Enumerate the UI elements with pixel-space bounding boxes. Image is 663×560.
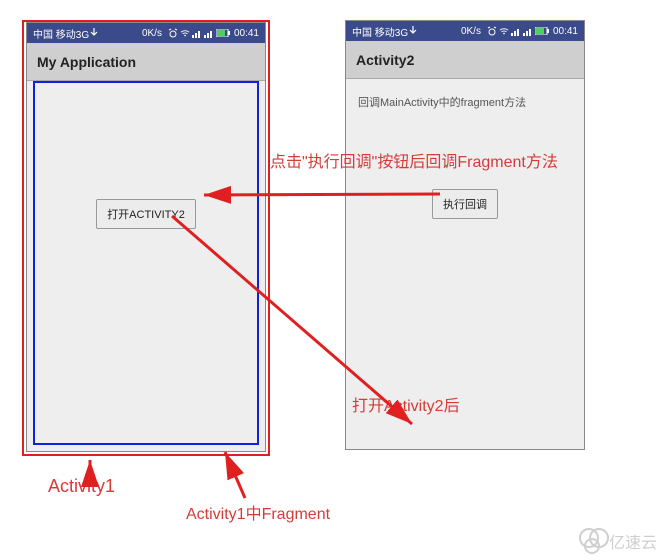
clock-text: 00:41 bbox=[234, 28, 259, 39]
appbar-title: My Application bbox=[37, 54, 136, 70]
appbar-activity1: My Application bbox=[27, 43, 265, 81]
download-icon bbox=[408, 26, 418, 36]
alarm-clock-icon bbox=[487, 26, 497, 36]
watermark-logo-icon bbox=[579, 528, 605, 554]
statusbar: 中国 移动3G 0K/s 00:41 bbox=[346, 21, 584, 41]
network-speed: 0K/s bbox=[142, 28, 162, 39]
wifi-icon bbox=[499, 26, 509, 36]
annotation-fragment-label: Activity1中Fragment bbox=[186, 500, 330, 524]
statusbar: 中国 移动3G 0K/s 00:41 bbox=[27, 23, 265, 43]
alarm-clock-icon bbox=[168, 28, 178, 38]
content-activity1: 打开ACTIVITY2 bbox=[27, 81, 265, 451]
battery-icon bbox=[216, 29, 230, 37]
annotation-click-callback: 点击"执行回调"按钮后回调Fragment方法 bbox=[270, 148, 655, 172]
signal-bars-icon bbox=[192, 28, 202, 38]
watermark-text: 亿速云 bbox=[609, 529, 657, 553]
signal-bars-icon-2 bbox=[204, 28, 214, 38]
signal-bars-icon bbox=[511, 26, 521, 36]
wifi-icon bbox=[180, 28, 190, 38]
carrier-text: 中国 移动3G bbox=[33, 26, 89, 41]
callback-message-text: 回调MainActivity中的fragment方法 bbox=[358, 97, 526, 109]
open-activity2-button[interactable]: 打开ACTIVITY2 bbox=[96, 199, 196, 229]
watermark: 亿速云 bbox=[579, 528, 657, 554]
appbar-activity2: Activity2 bbox=[346, 41, 584, 79]
carrier-text: 中国 移动3G bbox=[352, 24, 408, 39]
appbar-title: Activity2 bbox=[356, 52, 414, 68]
clock-text: 00:41 bbox=[553, 26, 578, 37]
network-speed: 0K/s bbox=[461, 26, 481, 37]
phone-screen-activity1: 中国 移动3G 0K/s 00:41 My Application 打开ACTI… bbox=[26, 22, 266, 452]
annotation-activity1-label: Activity1 bbox=[48, 476, 115, 497]
signal-bars-icon-2 bbox=[523, 26, 533, 36]
do-callback-button[interactable]: 执行回调 bbox=[432, 189, 498, 219]
download-icon bbox=[89, 28, 99, 38]
phone-screen-activity2: 中国 移动3G 0K/s 00:41 Activity2 回调MainActiv… bbox=[345, 20, 585, 450]
battery-icon bbox=[535, 27, 549, 35]
annotation-after-open: 打开Activity2后 bbox=[352, 392, 460, 416]
